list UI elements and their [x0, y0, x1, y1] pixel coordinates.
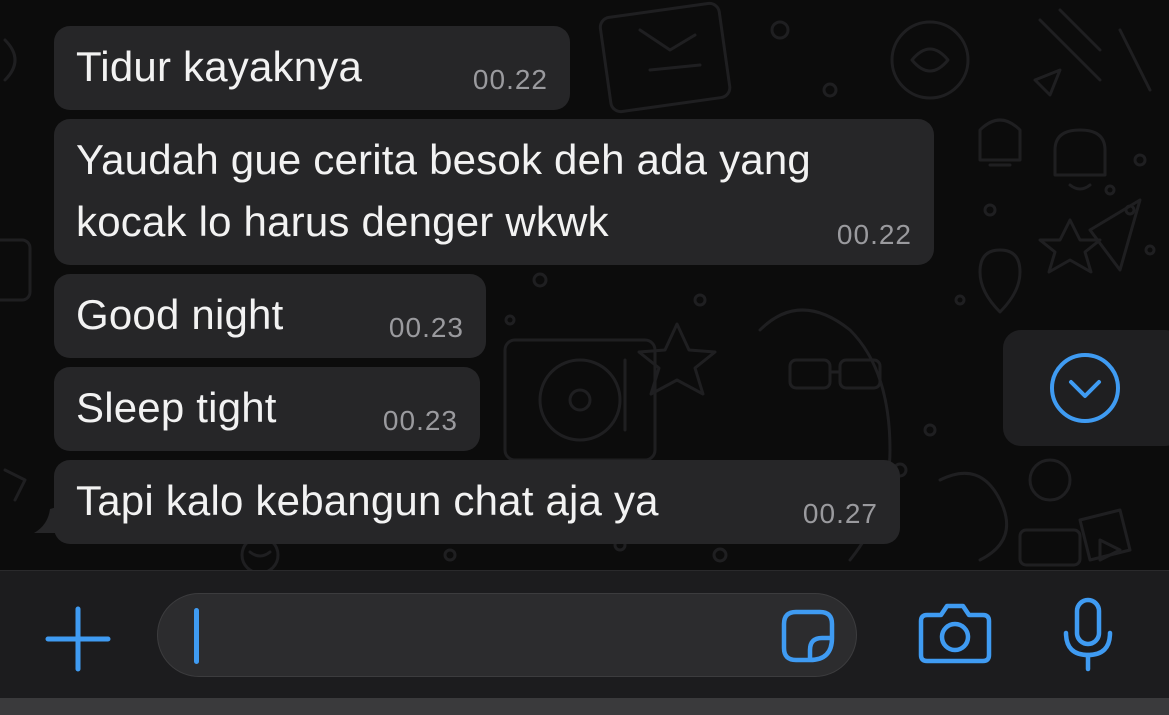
- message-time: 00.23: [382, 405, 458, 436]
- message-bubble[interactable]: Yaudah gue cerita besok deh ada yang koc…: [54, 119, 934, 265]
- attach-button[interactable]: [44, 605, 112, 673]
- text-caret: [194, 608, 199, 664]
- message-text: Sleep tight: [76, 384, 277, 431]
- voice-message-button[interactable]: [1060, 597, 1116, 673]
- message-bubble[interactable]: Good night 00.23: [54, 274, 486, 358]
- home-indicator-area: [0, 698, 1169, 715]
- scroll-to-bottom-button[interactable]: [1003, 330, 1169, 446]
- message-time: 00.22: [836, 219, 912, 250]
- chevron-down-circle-icon: [1050, 353, 1120, 423]
- message-bubble[interactable]: Tapi kalo kebangun chat aja ya 00.27: [54, 460, 900, 544]
- message-bubble[interactable]: Sleep tight 00.23: [54, 367, 480, 451]
- message-bubble[interactable]: Tidur kayaknya 00.22: [54, 26, 570, 110]
- message-text: Tidur kayaknya: [76, 43, 363, 90]
- message-input[interactable]: [157, 593, 857, 677]
- microphone-icon: [1063, 597, 1113, 672]
- message-time: 00.23: [388, 312, 464, 343]
- camera-icon: [918, 603, 992, 664]
- sticker-button[interactable]: [778, 606, 838, 666]
- message-text: Good night: [76, 291, 284, 338]
- message-text-line-2: kocak lo harus denger wkwk: [76, 198, 609, 245]
- sticker-icon: [781, 609, 835, 663]
- message-list[interactable]: Tidur kayaknya 00.22 Yaudah gue cerita b…: [0, 0, 1169, 570]
- message-text-line-1: Yaudah gue cerita besok deh ada yang: [76, 136, 811, 183]
- plus-icon: [45, 606, 111, 672]
- camera-button[interactable]: [917, 601, 993, 665]
- message-time: 00.22: [472, 64, 548, 95]
- chat-screen: Tidur kayaknya 00.22 Yaudah gue cerita b…: [0, 0, 1169, 715]
- message-text: Tapi kalo kebangun chat aja ya: [76, 477, 659, 524]
- message-time: 00.27: [802, 498, 878, 529]
- message-composer: [0, 570, 1169, 699]
